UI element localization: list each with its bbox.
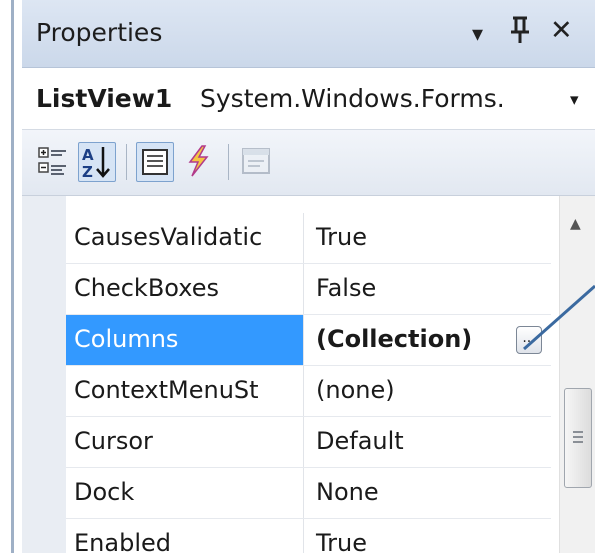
callout-line <box>523 284 595 351</box>
